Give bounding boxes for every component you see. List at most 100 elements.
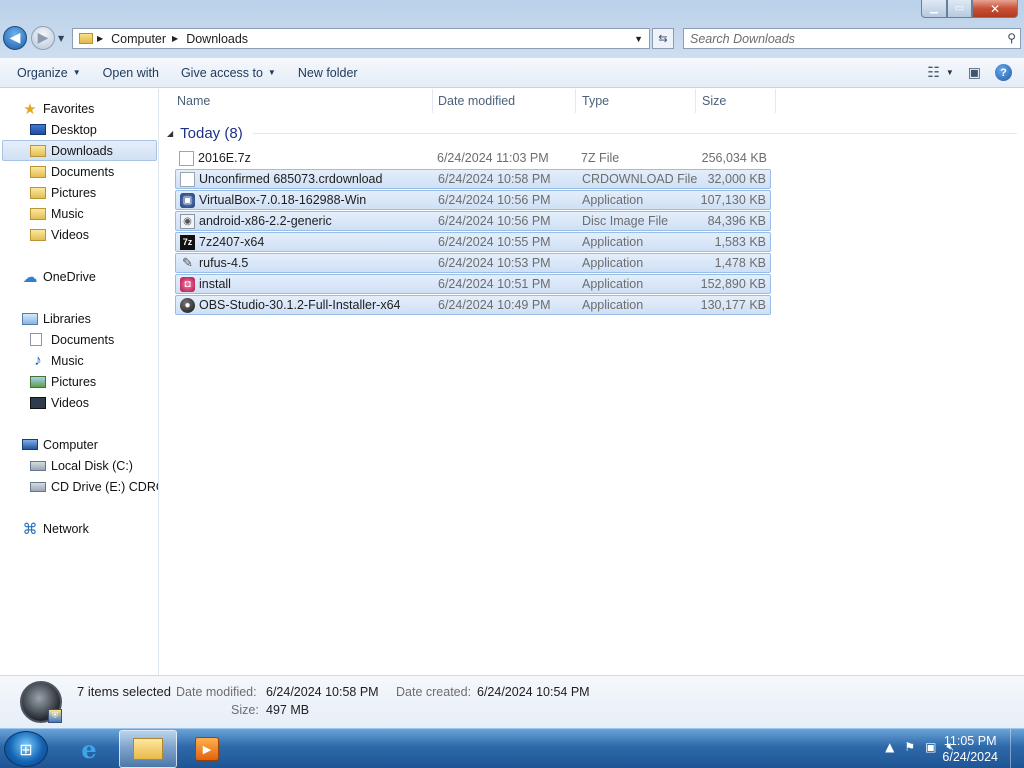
sidebar-item-local-disk[interactable]: Local Disk (C:): [30, 455, 133, 476]
sidebar-item-label: Desktop: [51, 122, 97, 137]
sidebar-item-music[interactable]: Music: [30, 203, 84, 224]
column-header-name[interactable]: Name: [173, 89, 433, 113]
rufus-icon: ✎: [182, 255, 193, 270]
film-icon: [30, 396, 46, 409]
file-date: 6/24/2024 11:03 PM: [437, 151, 549, 165]
file-row[interactable]: ◉ android-x86-2.2-generic 6/24/2024 10:56 …: [175, 211, 771, 231]
sidebar-item-library-videos[interactable]: Videos: [30, 392, 89, 413]
back-button[interactable]: ◀: [3, 26, 27, 50]
file-row[interactable]: 2016E.7z 6/24/2024 11:03 PM 7Z File 256,034…: [175, 148, 771, 168]
group-divider: [252, 133, 1017, 134]
column-header-type[interactable]: Type: [578, 89, 696, 113]
sidebar-item-library-documents[interactable]: Documents: [30, 329, 114, 350]
column-header-size[interactable]: Size: [698, 89, 776, 113]
sidebar-item-libraries[interactable]: Libraries: [22, 308, 91, 329]
file-name: VirtualBox-7.0.18-162988-Win: [199, 193, 367, 207]
help-icon[interactable]: ?: [995, 64, 1012, 81]
file-size: 256,034 KB: [701, 151, 767, 165]
refresh-button[interactable]: ⇆: [652, 28, 674, 49]
virtualbox-icon: ▣: [180, 192, 195, 208]
address-bar[interactable]: ▶ Computer ▶ Downloads ▼: [72, 28, 650, 49]
file-row[interactable]: ◘ install 6/24/2024 10:51 PM Application 152…: [175, 274, 771, 294]
action-center-flag-icon[interactable]: ⚑: [904, 740, 915, 754]
explorer-window: ▁ ▭ ✕ ◀ ▶ ▼ ▶ Computer ▶ Downloads ▼ ⇆ S…: [0, 0, 1024, 728]
date-created-value: 6/24/2024 10:54 PM: [477, 685, 590, 699]
close-button[interactable]: ✕: [972, 0, 1018, 18]
change-view-icon[interactable]: ☷: [927, 64, 940, 81]
cd-drive-icon: [30, 481, 46, 492]
forward-button[interactable]: ▶: [31, 26, 55, 50]
sidebar-item-label: Documents: [51, 164, 115, 179]
file-name-cell: Unconfirmed 685073.crdownload: [180, 171, 383, 187]
file-name-cell: ● OBS-Studio-30.1.2-Full-Installer-x64: [180, 297, 400, 313]
show-hidden-icons-icon[interactable]: ▲: [885, 740, 894, 754]
sidebar-item-onedrive[interactable]: ☁ OneDrive: [22, 266, 96, 287]
breadcrumb-separator-icon[interactable]: ▶: [97, 34, 103, 43]
give-access-button[interactable]: Give access to ▼: [172, 66, 285, 80]
sidebar-item-cd-drive[interactable]: CD Drive (E:) CDROM: [30, 476, 158, 497]
file-type: Application: [582, 298, 644, 312]
network-status-icon[interactable]: ▣: [925, 740, 936, 754]
taskbar-media-player[interactable]: ▶: [178, 730, 236, 768]
column-header-label: Date modified: [438, 94, 516, 108]
sidebar-item-library-pictures[interactable]: Pictures: [30, 371, 96, 392]
document-icon: [30, 333, 42, 346]
sidebar-item-documents[interactable]: Documents: [30, 161, 114, 182]
file-row[interactable]: 7z 7z2407-x64 6/24/2024 10:55 PM Applicatio…: [175, 232, 771, 252]
breadcrumb-computer[interactable]: Computer: [111, 32, 166, 46]
desktop-icon: [30, 124, 46, 135]
preview-pane-icon[interactable]: ▣: [968, 64, 981, 81]
file-size: 1,583 KB: [714, 235, 766, 249]
windows-logo-icon: ⊞: [19, 739, 33, 759]
file-row[interactable]: ● OBS-Studio-30.1.2-Full-Installer-x64 6/2…: [175, 295, 771, 315]
new-folder-button[interactable]: New folder: [289, 66, 367, 80]
breadcrumb-downloads[interactable]: Downloads: [186, 32, 248, 46]
sidebar-item-label: Music: [51, 353, 84, 368]
sidebar-item-computer[interactable]: Computer: [22, 434, 98, 455]
file-type: Application: [582, 277, 644, 291]
system-clock[interactable]: 11:05 PM 6/24/2024: [942, 733, 998, 765]
file-icon: [179, 150, 194, 166]
folder-icon: [79, 33, 93, 44]
address-history-dropdown[interactable]: ▼: [634, 34, 643, 44]
sidebar-item-network[interactable]: ⌘ Network: [22, 518, 89, 539]
file-row[interactable]: ▣ VirtualBox-7.0.18-162988-Win 6/24/2024 1…: [175, 190, 771, 210]
sidebar-item-favorites[interactable]: ★ Favorites: [22, 98, 94, 119]
view-options-chevron-icon[interactable]: ▼: [946, 68, 954, 77]
file-row[interactable]: Unconfirmed 685073.crdownload 6/24/2024 1…: [175, 169, 771, 189]
organize-button[interactable]: Organize ▼: [8, 66, 90, 80]
sidebar-item-label: Documents: [51, 332, 115, 347]
sidebar-item-label: Network: [43, 521, 89, 536]
collapse-triangle-icon[interactable]: ◢: [167, 129, 173, 138]
sidebar-item-desktop[interactable]: Desktop: [30, 119, 97, 140]
column-header-date-modified[interactable]: Date modified: [434, 89, 576, 113]
show-desktop-button[interactable]: [1010, 729, 1024, 768]
start-button[interactable]: ⊞: [4, 731, 48, 767]
maximize-button[interactable]: ▭: [947, 0, 972, 18]
music-folder-icon: [30, 207, 46, 220]
videos-folder-icon: [30, 228, 46, 241]
file-date: 6/24/2024 10:56 PM: [438, 193, 551, 207]
open-with-button[interactable]: Open with: [94, 66, 168, 80]
sidebar-item-videos[interactable]: Videos: [30, 224, 89, 245]
pictures-folder-icon: [30, 186, 46, 199]
clock-time: 11:05 PM: [943, 734, 997, 748]
taskbar-file-explorer[interactable]: [119, 730, 177, 768]
navigation-pane: ★ Favorites Desktop Downloads Documents P…: [0, 89, 159, 675]
breadcrumb-separator-icon[interactable]: ▶: [172, 34, 178, 43]
file-name: Unconfirmed 685073.crdownload: [199, 172, 383, 186]
recent-pages-dropdown[interactable]: ▼: [58, 34, 64, 43]
file-row[interactable]: ✎ rufus-4.5 6/24/2024 10:53 PM Application 1…: [175, 253, 771, 273]
minimize-button[interactable]: ▁: [921, 0, 947, 18]
taskbar-internet-explorer[interactable]: e: [60, 730, 118, 768]
size-label: Size:: [231, 703, 259, 717]
uac-shield-icon: ⛨: [48, 709, 62, 723]
search-input[interactable]: Search Downloads ⚲: [683, 28, 1021, 49]
search-icon[interactable]: ⚲: [1007, 31, 1016, 45]
size-value: 497 MB: [266, 703, 310, 717]
group-header-today[interactable]: ◢ Today (8): [167, 125, 1017, 142]
sidebar-item-downloads[interactable]: Downloads: [2, 140, 157, 161]
sidebar-item-library-music[interactable]: ♪ Music: [30, 350, 84, 371]
sidebar-item-pictures[interactable]: Pictures: [30, 182, 96, 203]
file-size: 107,130 KB: [700, 193, 766, 207]
